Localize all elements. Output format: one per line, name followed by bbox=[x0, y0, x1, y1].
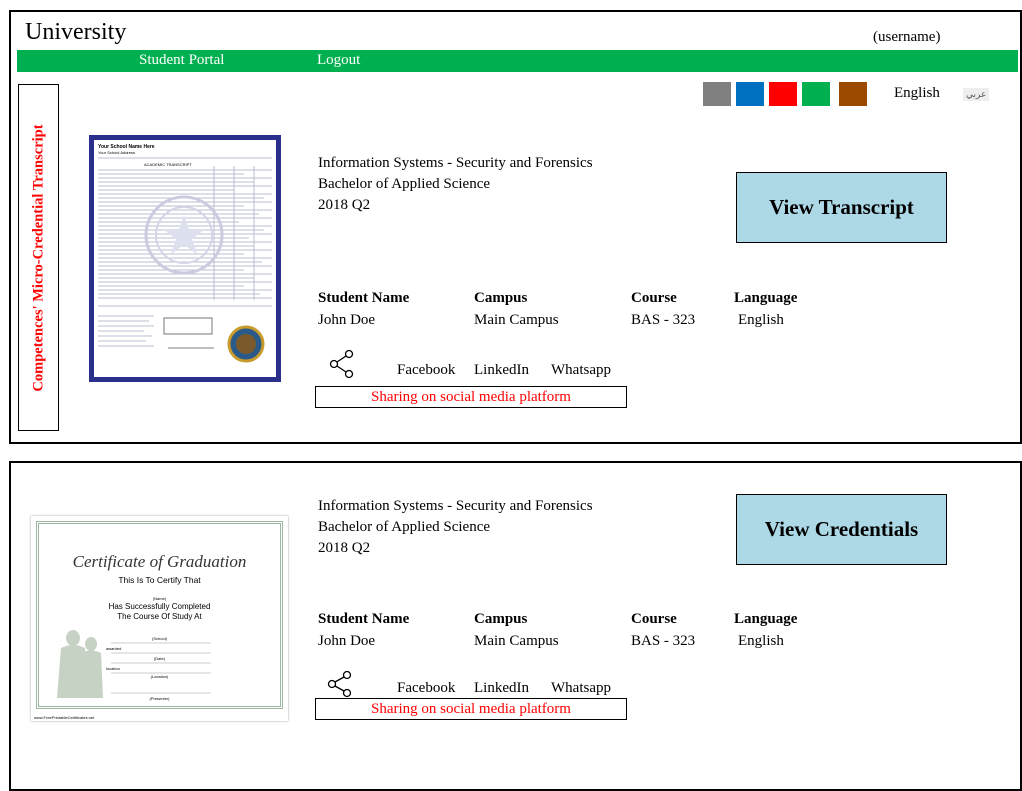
student-name-header: Student Name bbox=[318, 611, 410, 627]
campus-value: Main Campus bbox=[474, 633, 559, 649]
certificate-graduates-image bbox=[57, 630, 211, 698]
language-value: English bbox=[738, 633, 784, 649]
facebook-link[interactable]: Facebook bbox=[397, 680, 455, 697]
whatsapp-link[interactable]: Whatsapp bbox=[551, 362, 611, 379]
student-name-header: Student Name bbox=[318, 290, 410, 306]
share-status-box: Sharing on social media platform bbox=[315, 386, 627, 408]
theme-swatch-red[interactable] bbox=[769, 82, 797, 106]
theme-swatch-blue[interactable] bbox=[736, 82, 764, 106]
language-arabic[interactable]: عربي bbox=[963, 88, 990, 101]
share-status-box: Sharing on social media platform bbox=[315, 698, 627, 720]
view-credentials-button[interactable]: View Credentials bbox=[736, 494, 947, 565]
username-label[interactable]: (username) bbox=[873, 29, 940, 46]
course-value: BAS - 323 bbox=[631, 312, 696, 328]
course-value: BAS - 323 bbox=[631, 633, 696, 649]
side-label-box: Competences' Micro-Credential Transcript bbox=[18, 84, 59, 431]
transcript-lines bbox=[98, 157, 272, 363]
program-info-1: Information Systems - Security and Foren… bbox=[318, 153, 593, 216]
facebook-link[interactable]: Facebook bbox=[397, 362, 455, 379]
site-title: University bbox=[25, 19, 127, 45]
campus-header: Campus bbox=[474, 290, 528, 306]
student-name-value: John Doe bbox=[318, 633, 376, 649]
language-english[interactable]: English bbox=[894, 85, 940, 102]
language-header: Language bbox=[734, 290, 798, 306]
transcript-thumbnail[interactable]: Your School Name Here Your School Addres… bbox=[89, 135, 281, 382]
course-header: Course bbox=[631, 611, 677, 627]
theme-swatch-brown[interactable] bbox=[839, 82, 867, 106]
view-transcript-button[interactable]: View Transcript bbox=[736, 172, 947, 243]
linkedin-link[interactable]: LinkedIn bbox=[474, 680, 529, 697]
program-name: Information Systems - Security and Foren… bbox=[318, 155, 593, 171]
share-icon[interactable] bbox=[329, 349, 357, 379]
nav-logout[interactable]: Logout bbox=[317, 52, 360, 69]
language-header: Language bbox=[734, 611, 798, 627]
nav-bar: Student Portal Logout bbox=[17, 50, 1018, 72]
course-header: Course bbox=[631, 290, 677, 306]
language-value: English bbox=[738, 312, 784, 328]
nav-student-portal[interactable]: Student Portal bbox=[139, 52, 224, 69]
degree-name: Bachelor of Applied Science bbox=[318, 176, 491, 192]
linkedin-link[interactable]: LinkedIn bbox=[474, 362, 529, 379]
side-label-text: Competences' Micro-Credential Transcript bbox=[30, 123, 46, 392]
campus-value: Main Campus bbox=[474, 312, 559, 328]
term-label: 2018 Q2 bbox=[318, 540, 371, 556]
theme-swatch-gray[interactable] bbox=[703, 82, 731, 106]
whatsapp-link[interactable]: Whatsapp bbox=[551, 680, 611, 697]
theme-swatch-green[interactable] bbox=[802, 82, 830, 106]
campus-header: Campus bbox=[474, 611, 528, 627]
degree-name: Bachelor of Applied Science bbox=[318, 519, 491, 535]
share-icon[interactable] bbox=[327, 670, 355, 698]
certificate-thumbnail[interactable]: Certificate of Graduation This Is To Cer… bbox=[31, 516, 288, 721]
student-name-value: John Doe bbox=[318, 312, 376, 328]
program-name: Information Systems - Security and Foren… bbox=[318, 498, 593, 514]
program-info-2: Information Systems - Security and Foren… bbox=[318, 496, 593, 559]
term-label: 2018 Q2 bbox=[318, 197, 371, 213]
